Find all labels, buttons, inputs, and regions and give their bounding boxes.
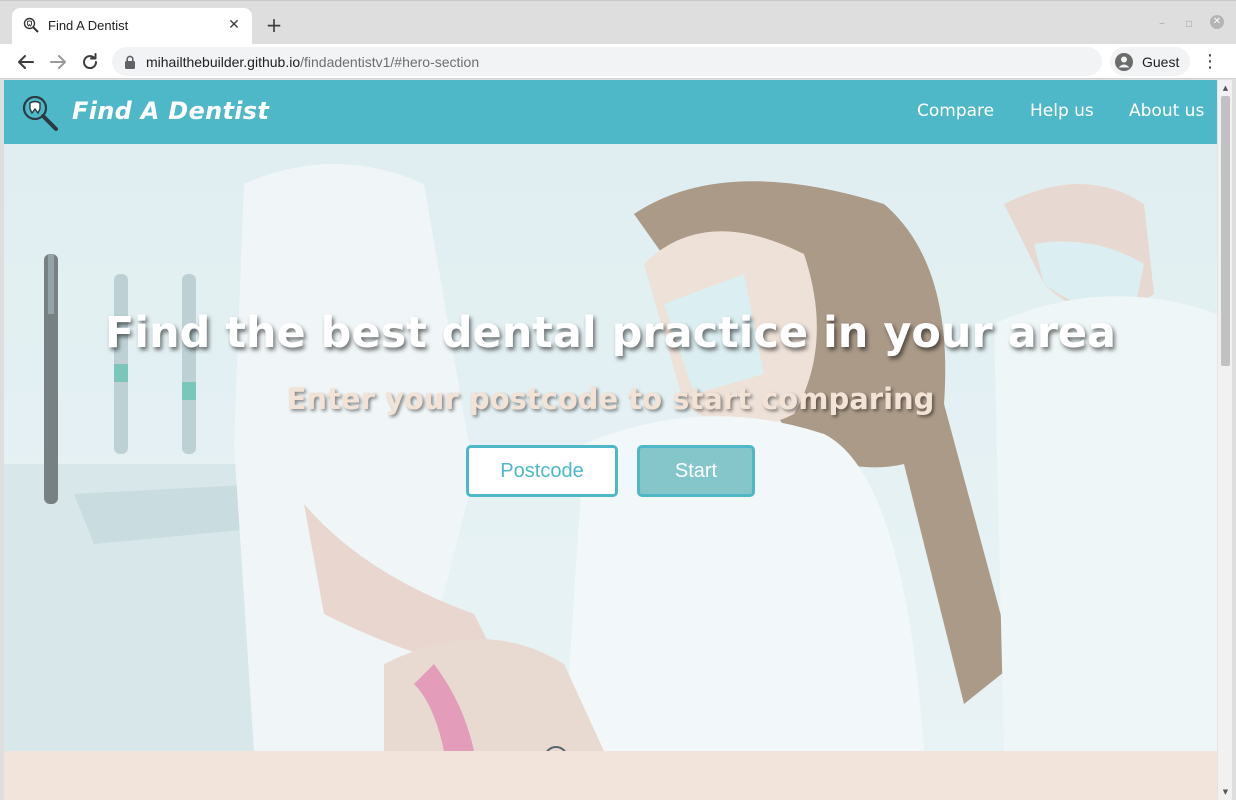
arrow-right-icon[interactable]: [46, 50, 70, 74]
window-close-icon[interactable]: ✕: [1210, 15, 1224, 29]
scroll-down-arrow-icon[interactable]: ▼: [1221, 788, 1230, 796]
maximize-icon[interactable]: ▫: [1181, 15, 1197, 31]
brand-logo-text[interactable]: Find A Dentist: [72, 97, 269, 125]
nav-link-compare[interactable]: Compare: [917, 101, 994, 121]
magnifier-tooth-icon[interactable]: [20, 93, 60, 133]
profile-button[interactable]: Guest: [1110, 47, 1190, 76]
browser-toolbar: mihailthebuilder.github.io/findadentistv…: [0, 44, 1236, 79]
person-icon: [1115, 53, 1133, 71]
magnifier-tooth-icon: [23, 17, 39, 33]
reload-icon[interactable]: [78, 50, 102, 74]
arrow-left-icon[interactable]: [14, 50, 38, 74]
close-icon[interactable]: ✕: [226, 17, 242, 33]
hero-section: Find the best dental practice in your ar…: [4, 144, 1217, 751]
hero-title: Find the best dental practice in your ar…: [104, 308, 1117, 358]
nav-link-about-us[interactable]: About us: [1129, 101, 1204, 121]
minimize-icon[interactable]: –: [1154, 15, 1170, 31]
postcode-input[interactable]: [466, 445, 618, 497]
scrollbar-thumb[interactable]: [1221, 96, 1230, 366]
browser-tab-bar: Find A Dentist ✕ + – ▫ ✕: [0, 0, 1236, 45]
scroll-up-arrow-icon[interactable]: ▲: [1221, 84, 1230, 92]
lock-icon: [125, 55, 135, 69]
scroll-down-icon[interactable]: [543, 742, 569, 751]
nav-link-help-us[interactable]: Help us: [1030, 101, 1094, 121]
next-section: [4, 751, 1217, 800]
profile-label: Guest: [1142, 54, 1180, 70]
site-navbar: Find A Dentist Compare Help us About us: [4, 80, 1217, 144]
address-bar[interactable]: mihailthebuilder.github.io/findadentistv…: [112, 47, 1102, 76]
tab-title: Find A Dentist: [48, 18, 129, 33]
start-button[interactable]: Start: [637, 445, 755, 497]
page-viewport: Find A Dentist Compare Help us About us: [4, 80, 1217, 800]
browser-tab[interactable]: Find A Dentist ✕: [12, 8, 252, 45]
url-text: mihailthebuilder.github.io/findadentistv…: [146, 54, 479, 70]
kebab-menu-icon[interactable]: ⋮: [1200, 50, 1220, 74]
page-scrollbar[interactable]: ▲ ▼: [1217, 80, 1232, 800]
hero-subtitle: Enter your postcode to start comparing: [286, 382, 935, 416]
window-frame: [1232, 80, 1236, 800]
new-tab-icon[interactable]: +: [264, 15, 284, 35]
url-host: mihailthebuilder.github.io: [146, 54, 301, 70]
url-path: /findadentistv1/#hero-section: [300, 54, 480, 70]
